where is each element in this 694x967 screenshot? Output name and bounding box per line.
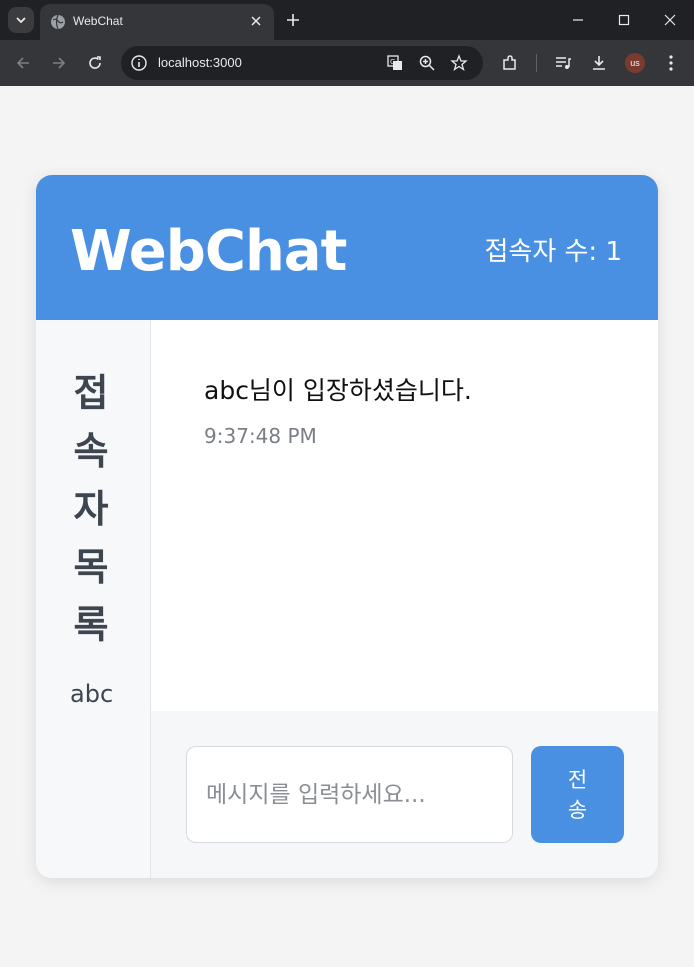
user-list-sidebar: 접속자목록 abc <box>36 320 151 878</box>
chat-container: WebChat 접속자 수: 1 접속자목록 abc abc님이 입장하셨습니다… <box>36 175 658 878</box>
browser-chrome: WebChat localhost:3000 G us <box>0 0 694 86</box>
plus-icon[interactable] <box>284 11 302 29</box>
message-item: abc님이 입장하셨습니다. 9:37:48 PM <box>204 374 474 448</box>
profile-avatar[interactable]: us <box>625 53 645 73</box>
tab-title: WebChat <box>73 14 123 28</box>
more-vert-icon[interactable] <box>661 53 681 73</box>
user-list-item: abc <box>70 680 114 708</box>
close-icon[interactable] <box>248 13 264 29</box>
message-composer: 전송 <box>151 711 658 878</box>
reload-icon[interactable] <box>85 53 105 73</box>
chevron-down-icon <box>16 17 26 24</box>
send-button-label: 전송 <box>567 767 588 822</box>
message-text: abc님이 입장하셨습니다. <box>204 376 472 405</box>
message-timestamp: 9:37:48 PM <box>204 424 317 448</box>
close-window-icon[interactable] <box>660 10 680 30</box>
message-input[interactable] <box>186 746 513 843</box>
download-icon[interactable] <box>589 53 609 73</box>
tab-webchat[interactable]: WebChat <box>40 4 274 40</box>
forward-arrow-icon[interactable] <box>49 53 69 73</box>
chat-header: WebChat 접속자 수: 1 <box>36 175 658 320</box>
site-info-icon[interactable] <box>129 53 149 73</box>
zoom-icon[interactable] <box>418 54 436 72</box>
toolbar-divider <box>536 54 537 72</box>
tab-strip: WebChat <box>0 0 694 40</box>
minimize-icon[interactable] <box>568 10 588 30</box>
tab-search-button[interactable] <box>8 7 34 33</box>
back-arrow-icon[interactable] <box>13 53 33 73</box>
translate-icon[interactable]: G <box>386 54 404 72</box>
address-bar[interactable]: localhost:3000 G <box>121 46 483 80</box>
message-list: abc님이 입장하셨습니다. 9:37:48 PM <box>151 320 658 711</box>
maximize-icon[interactable] <box>614 10 634 30</box>
browser-toolbar: localhost:3000 G us <box>0 40 694 86</box>
extensions-icon[interactable] <box>500 53 520 73</box>
user-list-title: 접속자목록 <box>73 371 109 647</box>
url-text: localhost:3000 <box>158 55 242 70</box>
globe-icon <box>51 14 65 30</box>
star-icon[interactable] <box>450 54 468 72</box>
svg-text:G: G <box>390 58 395 66</box>
send-button[interactable]: 전송 <box>531 746 624 843</box>
app-title: WebChat <box>70 219 347 284</box>
media-icon[interactable] <box>553 53 573 73</box>
user-count: 접속자 수: 1 <box>484 237 622 267</box>
